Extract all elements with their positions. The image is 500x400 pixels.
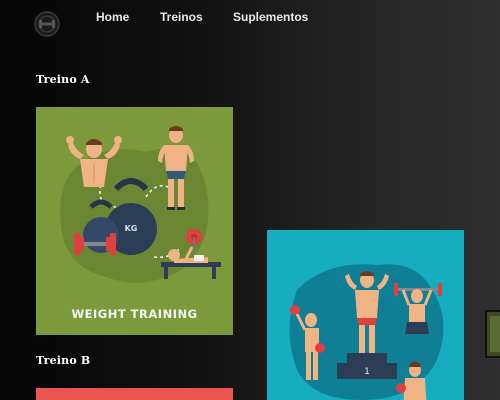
weight-training-card[interactable]: KG WEIGHT TRAINING	[36, 107, 233, 335]
thumbnail-image	[490, 316, 500, 352]
nav-home-link[interactable]: Home	[96, 10, 129, 24]
nav-suplementos-link[interactable]: Suplementos	[233, 10, 308, 24]
gym-logo-icon[interactable]	[34, 11, 60, 37]
section-title-treino-a: Treino A	[36, 73, 90, 86]
card-caption: WEIGHT TRAINING	[71, 307, 197, 321]
podium-illustration: 1	[289, 264, 444, 400]
podium-number: 1	[364, 367, 370, 377]
page: Home Treinos Suplementos Treino A KG WEI…	[0, 0, 500, 400]
bodybuilding-podium-card[interactable]: 1	[267, 230, 464, 400]
nav-treinos-link[interactable]: Treinos	[160, 10, 203, 24]
treino-b-card[interactable]	[36, 388, 233, 400]
next-slide-thumbnail[interactable]	[485, 310, 500, 358]
section-title-treino-b: Treino B	[36, 354, 91, 367]
kettlebell-label: KG	[125, 224, 138, 233]
weight-training-illustration: KG WEIGHT TRAINING	[60, 126, 221, 321]
top-navbar: Home Treinos Suplementos	[0, 0, 500, 40]
